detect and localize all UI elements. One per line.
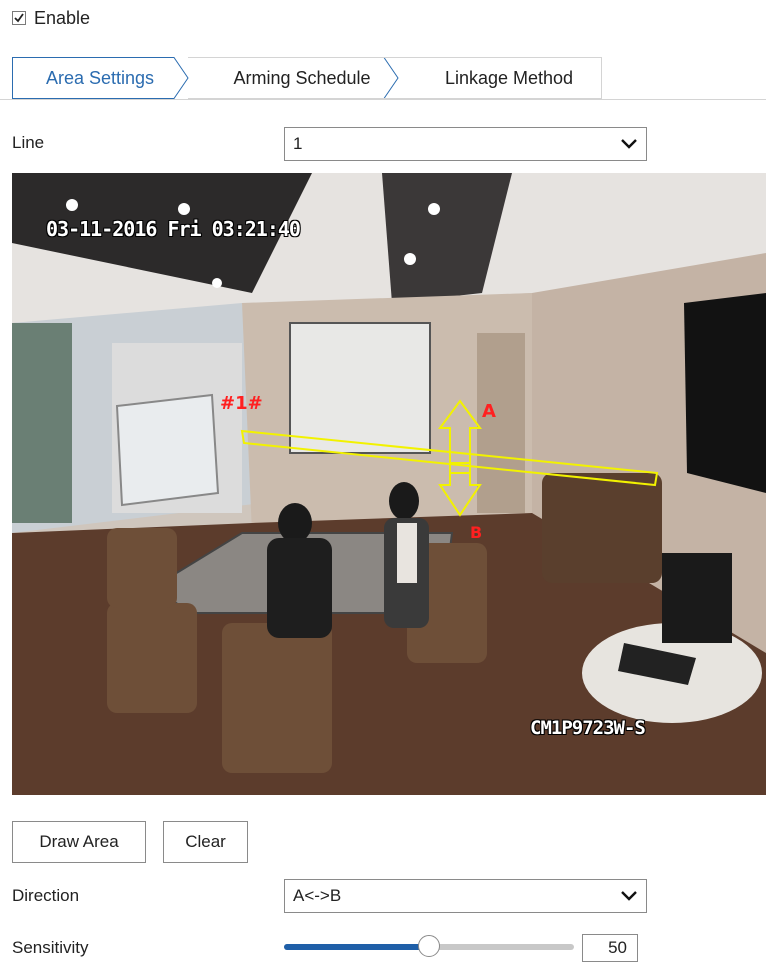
tab-divider [0,99,766,100]
direction-select-value: A<->B [293,886,342,905]
clear-button[interactable]: Clear [163,821,248,863]
checkmark-icon [14,13,24,23]
tab-area-settings[interactable]: Area Settings [12,57,188,99]
line-label: Line [12,133,45,152]
video-frame [12,173,766,795]
tab-linkage-method[interactable]: Linkage Method [416,57,602,99]
enable-label: Enable [34,7,91,28]
line-select-value: 1 [293,134,303,153]
live-video-view[interactable]: 03-11-2016 Fri 03:21:40 CM1P9723W-S #1# … [12,173,766,795]
chevron-down-icon [621,139,637,149]
slider-thumb[interactable] [418,935,440,957]
direction-label: Direction [12,886,80,905]
side-b-label: B [470,523,483,542]
sensitivity-label: Sensitivity [12,938,89,957]
tab-arming-schedule[interactable]: Arming Schedule [202,57,402,99]
sensitivity-value-input[interactable]: 50 [582,934,638,962]
sensitivity-slider[interactable] [284,935,574,959]
video-timestamp: 03-11-2016 Fri 03:21:40 [46,217,301,241]
draw-area-button[interactable]: Draw Area [12,821,146,863]
chevron-down-icon [621,891,637,901]
camera-name: CM1P9723W-S [530,717,646,739]
direction-select[interactable]: A<->B [284,879,647,913]
side-a-label: A [482,401,496,422]
tab-bar: Area Settings Arming Schedule Linkage Me… [12,57,602,99]
enable-row[interactable]: Enable [12,6,90,30]
enable-checkbox[interactable] [12,11,26,25]
slider-fill [284,944,429,950]
line-id-label: #1# [220,393,263,414]
line-select[interactable]: 1 [284,127,647,161]
